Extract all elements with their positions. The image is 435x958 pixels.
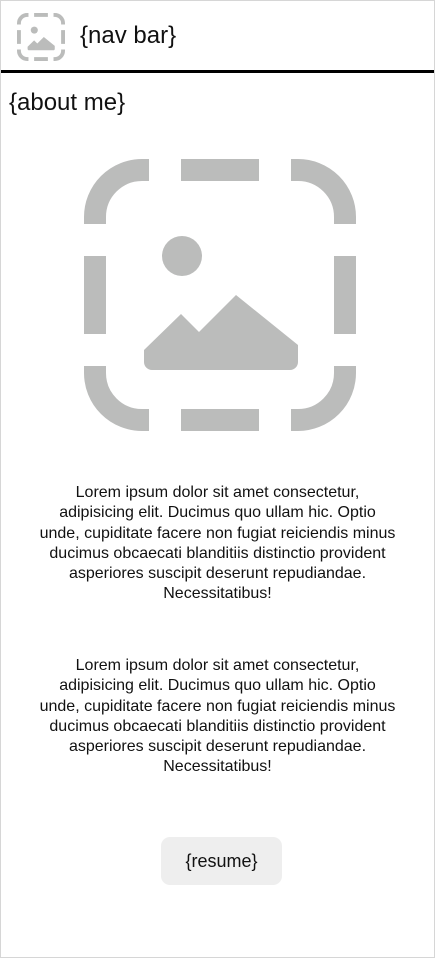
page-frame: {nav bar} {about me} Lorem ipsum dolor s… bbox=[0, 0, 435, 958]
image-placeholder-icon[interactable] bbox=[17, 13, 65, 61]
resume-button[interactable]: {resume} bbox=[161, 837, 282, 885]
image-placeholder-icon bbox=[84, 159, 356, 431]
section-title: {about me} bbox=[9, 89, 126, 116]
about-paragraph: Lorem ipsum dolor sit amet consectetur, … bbox=[39, 657, 396, 776]
nav-title: {nav bar} bbox=[80, 22, 177, 49]
about-paragraph: Lorem ipsum dolor sit amet consectetur, … bbox=[39, 484, 396, 603]
nav-bar: {nav bar} bbox=[1, 1, 434, 73]
